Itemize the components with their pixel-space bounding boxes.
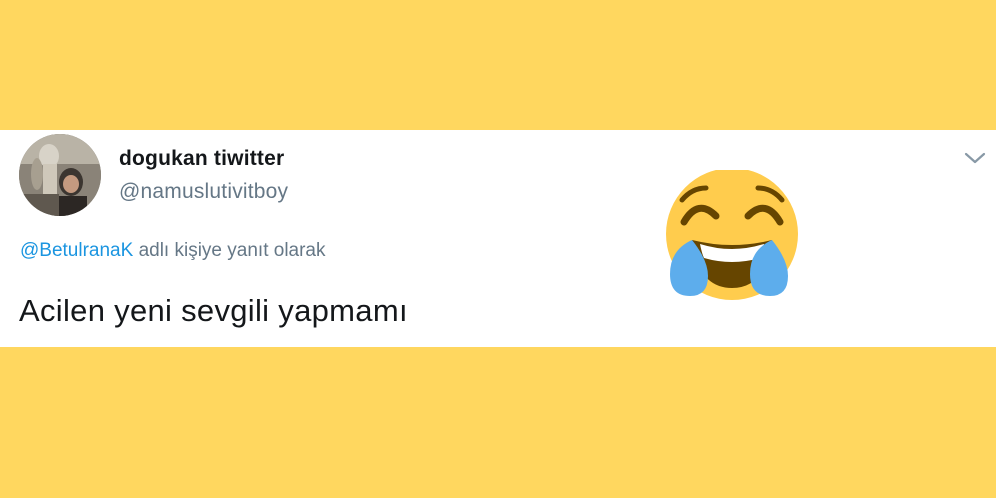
tweet-card: dogukan tiwitter @namuslutivitboy @Betul… (0, 130, 996, 347)
username-handle[interactable]: @namuslutivitboy (119, 180, 288, 204)
avatar[interactable] (19, 134, 101, 216)
avatar-image (19, 134, 101, 216)
chevron-down-icon[interactable] (962, 148, 988, 168)
reply-mention-link[interactable]: @BetulranaK (20, 240, 133, 261)
display-name[interactable]: dogukan tiwitter (119, 147, 284, 171)
page-background: dogukan tiwitter @namuslutivitboy @Betul… (0, 0, 996, 498)
face-with-tears-of-joy-icon (662, 168, 804, 304)
reply-context: @BetulranaK adlı kişiye yanıt olarak (20, 240, 326, 262)
tweet-text: Acilen yeni sevgili yapmamı (19, 293, 408, 328)
reply-context-text: adlı kişiye yanıt olarak (133, 240, 326, 261)
